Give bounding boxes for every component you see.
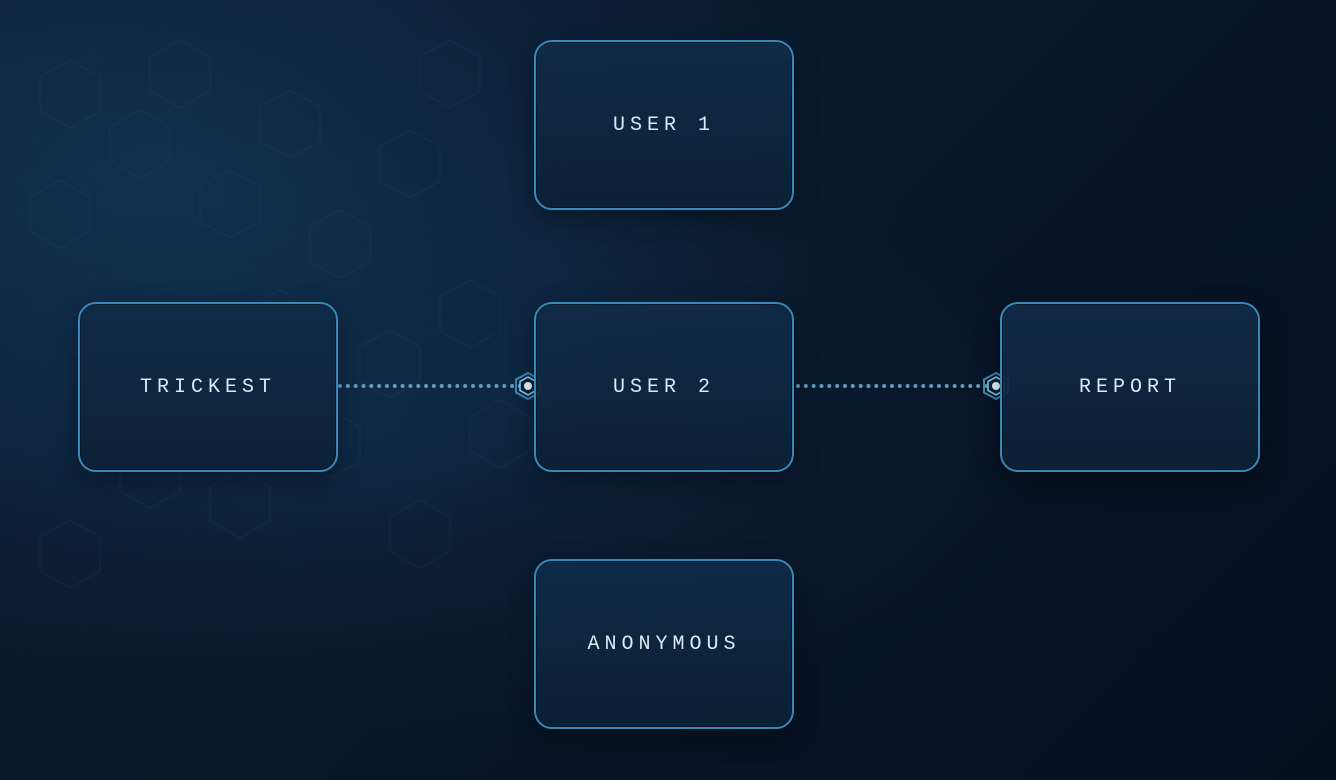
node-trickest[interactable]: TRICKEST xyxy=(78,302,338,472)
node-label: REPORT xyxy=(1079,376,1181,399)
node-report[interactable]: REPORT xyxy=(1000,302,1260,472)
node-label: ANONYMOUS xyxy=(587,633,740,656)
diagram-canvas: USER 1 TRICKEST USER 2 REPORT ANONYMOUS xyxy=(0,0,1336,780)
connector-user2-to-report xyxy=(796,384,996,388)
node-user-1[interactable]: USER 1 xyxy=(534,40,794,210)
node-user-2[interactable]: USER 2 xyxy=(534,302,794,472)
connector-trickest-to-user2 xyxy=(338,384,530,388)
node-label: USER 2 xyxy=(613,376,715,399)
node-label: TRICKEST xyxy=(140,376,276,399)
node-anonymous[interactable]: ANONYMOUS xyxy=(534,559,794,729)
node-label: USER 1 xyxy=(613,114,715,137)
